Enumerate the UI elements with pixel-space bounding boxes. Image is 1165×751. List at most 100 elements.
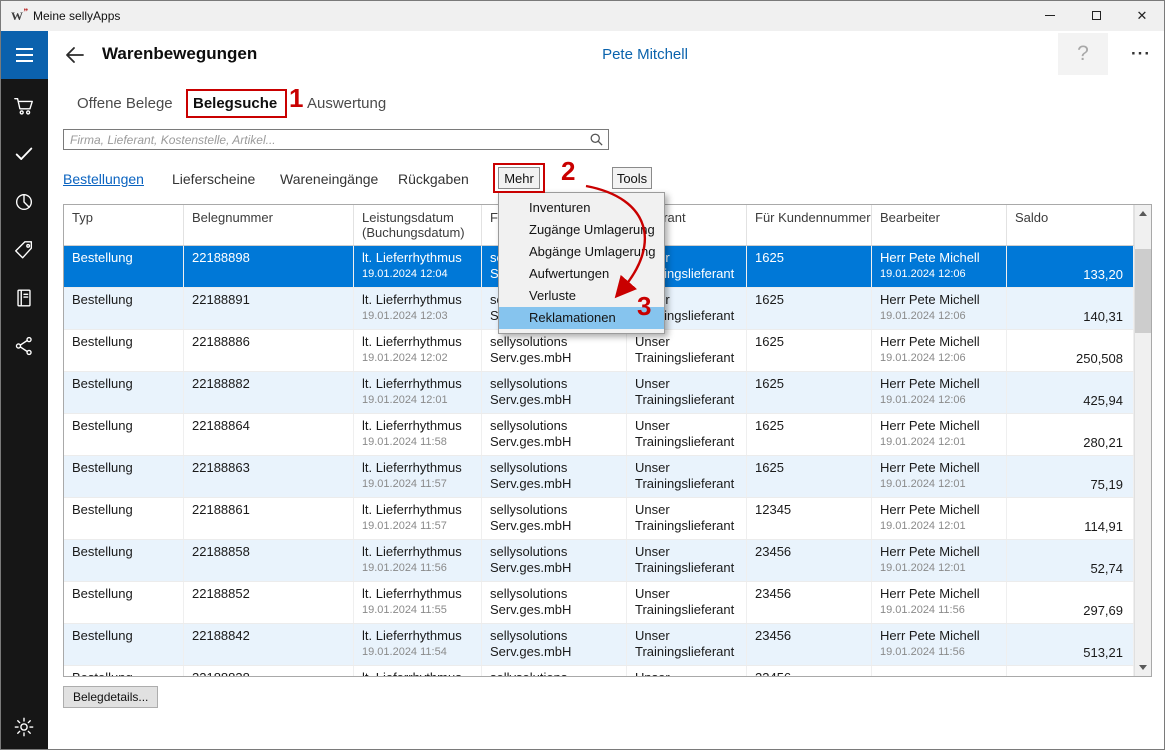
cell-typ: Bestellung [64,624,184,665]
table-row[interactable]: Bestellung 22188882 lt. Lieferrhythmus19… [64,372,1134,414]
back-button[interactable] [60,41,90,69]
page-title: Warenbewegungen [102,44,257,64]
cell-typ: Bestellung [64,666,184,676]
menu-item-aufwertungen[interactable]: Aufwertungen [499,263,664,285]
cell-kundennummer: 1625 [747,372,872,413]
tab-auswertung[interactable]: Auswertung [307,95,386,112]
sidebar-item-labels[interactable] [0,226,48,274]
cell-leistungsdatum: lt. Lieferrhythmus19.01.2024 11:54 [354,624,482,665]
cell-belegnummer: 22188864 [184,414,354,455]
cell-leistungsdatum: lt. Lieferrhythmus19.01.2024 12:02 [354,330,482,371]
column-header-saldo[interactable]: Saldo [1007,205,1134,245]
tab-belegsuche[interactable]: Belegsuche [193,95,277,112]
cell-lieferant: Unser [627,666,747,676]
subnav-lieferscheine[interactable]: Lieferscheine [172,171,255,187]
close-button[interactable]: ✕ [1119,0,1165,31]
cell-kundennummer: 23456 [747,582,872,623]
app-logo-icon: W [9,8,25,24]
window-controls: ✕ [1027,0,1165,31]
tools-button[interactable]: Tools [612,167,652,189]
hamburger-bar [16,48,33,50]
gear-icon [13,716,35,738]
table-row[interactable]: Bestellung 22188863 lt. Lieferrhythmus19… [64,456,1134,498]
cell-belegnummer: 22188858 [184,540,354,581]
cell-belegnummer: 22188842 [184,624,354,665]
table-row[interactable]: Bestellung 22188838 lt. Lieferrhythmus s… [64,666,1134,676]
sidebar-item-network[interactable] [0,322,48,370]
annotation-step-2: 2 [561,158,575,184]
sidebar-item-tasks[interactable] [0,130,48,178]
mehr-button[interactable]: Mehr [498,167,540,189]
cell-belegnummer: 22188852 [184,582,354,623]
column-header-leistungsdatum[interactable]: Leistungsdatum(Buchungsdatum) [354,205,482,245]
cell-firma: sellysolutionsServ.ges.mbH [482,498,627,539]
minimize-button[interactable] [1027,0,1073,31]
cell-belegnummer: 22188863 [184,456,354,497]
cell-saldo: 75,19 [1007,456,1134,497]
menu-item-verluste[interactable]: Verluste [499,285,664,307]
table-row[interactable]: Bestellung 22188858 lt. Lieferrhythmus19… [64,540,1134,582]
column-header-bearbeiter[interactable]: Bearbeiter [872,205,1007,245]
cell-firma: sellysolutions [482,666,627,676]
cell-bearbeiter: Herr Pete Michell19.01.2024 12:06 [872,330,1007,371]
cell-typ: Bestellung [64,330,184,371]
cell-kundennummer: 12345 [747,498,872,539]
table-row[interactable]: Bestellung 22188886 lt. Lieferrhythmus19… [64,330,1134,372]
scrollbar-thumb[interactable] [1135,249,1151,333]
cell-lieferant: UnserTrainingslieferant [627,540,747,581]
search-input[interactable] [63,129,609,150]
subnav-bestellungen[interactable]: Bestellungen [63,171,144,187]
table-row[interactable]: Bestellung 22188864 lt. Lieferrhythmus19… [64,414,1134,456]
column-header-typ[interactable]: Typ [64,205,184,245]
cell-belegnummer: 22188882 [184,372,354,413]
cell-kundennummer: 23456 [747,666,872,676]
cell-firma: sellysolutionsServ.ges.mbH [482,624,627,665]
scroll-up-button[interactable] [1135,205,1151,222]
sidebar [0,31,48,750]
sidebar-item-journal[interactable] [0,274,48,322]
menu-item-abgänge-umlagerung[interactable]: Abgänge Umlagerung [499,241,664,263]
cell-typ: Bestellung [64,582,184,623]
table-row[interactable]: Bestellung 22188861 lt. Lieferrhythmus19… [64,498,1134,540]
help-button[interactable]: ? [1058,33,1108,75]
cell-firma: sellysolutionsServ.ges.mbH [482,372,627,413]
belegdetails-button[interactable]: Belegdetails... [63,686,158,708]
pie-chart-icon [13,191,35,213]
table-row[interactable]: Bestellung 22188852 lt. Lieferrhythmus19… [64,582,1134,624]
cell-leistungsdatum: lt. Lieferrhythmus19.01.2024 11:57 [354,456,482,497]
more-options-button[interactable]: ··· [1122,40,1160,68]
column-header-für-kundennummer[interactable]: Für Kundennummer [747,205,872,245]
maximize-icon [1092,11,1101,20]
menu-item-zugänge-umlagerung[interactable]: Zugänge Umlagerung [499,219,664,241]
hamburger-menu-button[interactable] [0,31,48,79]
sidebar-item-settings[interactable] [0,703,48,751]
sidebar-item-cart[interactable] [0,82,48,130]
cell-leistungsdatum: lt. Lieferrhythmus [354,666,482,676]
subnav-rückgaben[interactable]: Rückgaben [398,171,469,187]
vertical-scrollbar[interactable] [1134,205,1151,676]
hamburger-bar [16,60,33,62]
back-arrow-icon [63,43,87,67]
cell-typ: Bestellung [64,372,184,413]
subnav-wareneingänge[interactable]: Wareneingänge [280,171,378,187]
tag-icon [13,239,35,261]
cell-lieferant: UnserTrainingslieferant [627,330,747,371]
cell-belegnummer: 22188886 [184,330,354,371]
cell-bearbeiter: Herr Pete Michell19.01.2024 12:01 [872,414,1007,455]
sidebar-item-statistics[interactable] [0,178,48,226]
scroll-down-button[interactable] [1135,659,1151,676]
cell-firma: sellysolutionsServ.ges.mbH [482,582,627,623]
maximize-button[interactable] [1073,0,1119,31]
menu-item-inventuren[interactable]: Inventuren [499,197,664,219]
cell-bearbeiter: Herr Pete Michell19.01.2024 12:06 [872,288,1007,329]
cell-kundennummer: 1625 [747,246,872,287]
table-row[interactable]: Bestellung 22188842 lt. Lieferrhythmus19… [64,624,1134,666]
column-header-belegnummer[interactable]: Belegnummer [184,205,354,245]
scroll-down-icon [1139,665,1147,670]
menu-item-reklamationen[interactable]: Reklamationen [499,307,664,329]
tab-offene-belege[interactable]: Offene Belege [77,95,173,112]
cell-firma: sellysolutionsServ.ges.mbH [482,414,627,455]
cell-kundennummer: 1625 [747,330,872,371]
user-name: Pete Mitchell [560,46,730,63]
window-title: Meine sellyApps [33,9,120,23]
